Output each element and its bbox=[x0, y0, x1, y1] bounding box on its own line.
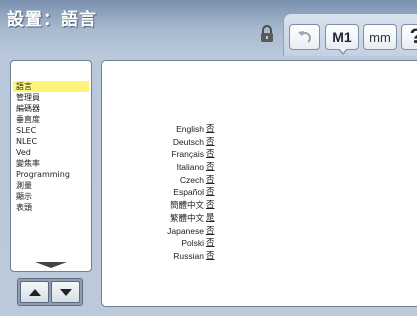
language-row-polski: Polski 否 bbox=[102, 237, 262, 250]
help-button[interactable]: ? bbox=[401, 24, 417, 50]
units-button[interactable]: mm bbox=[363, 24, 397, 50]
sidebar-item-slec[interactable]: SLEC bbox=[13, 125, 89, 136]
language-name: Czech bbox=[179, 174, 204, 185]
language-toggle[interactable]: 否 bbox=[206, 123, 215, 136]
language-name: Deutsch bbox=[172, 136, 204, 147]
language-name: Español bbox=[173, 187, 204, 198]
arrow-up-icon bbox=[29, 289, 41, 296]
language-toggle[interactable]: 否 bbox=[206, 148, 215, 161]
sidebar-item-ved[interactable]: Ved bbox=[13, 147, 89, 158]
language-row-english: English 否 bbox=[102, 123, 262, 136]
language-toggle[interactable]: 否 bbox=[206, 161, 215, 174]
sidebar-item-administrator[interactable]: 管理員 bbox=[13, 92, 89, 103]
language-toggle[interactable]: 否 bbox=[206, 174, 215, 187]
language-name: Polski bbox=[181, 238, 204, 249]
language-toggle[interactable]: 否 bbox=[206, 225, 215, 238]
page-title: 設置：語言 bbox=[7, 10, 97, 30]
language-toggle[interactable]: 否 bbox=[206, 136, 215, 149]
lock-icon[interactable] bbox=[259, 25, 275, 43]
language-name: Russian bbox=[173, 250, 204, 261]
sidebar-item-encoder[interactable]: 編碼器 bbox=[13, 103, 89, 114]
screen: 設置：語言 M1 mm ? 語言 管理員 編碼器 垂直度 SLEC NLEC V… bbox=[0, 0, 417, 316]
m1-button[interactable]: M1 bbox=[325, 24, 359, 50]
language-name: Français bbox=[171, 149, 204, 160]
language-row-russian: Russian 否 bbox=[102, 250, 262, 263]
language-name: 繁體中文 bbox=[169, 212, 204, 223]
language-name: Italiano bbox=[176, 162, 204, 173]
scroll-up-button[interactable] bbox=[20, 281, 49, 303]
language-name: English bbox=[176, 124, 204, 134]
language-toggle[interactable]: 否 bbox=[206, 237, 215, 250]
language-toggle[interactable]: 否 bbox=[206, 199, 215, 212]
undo-button[interactable] bbox=[289, 24, 320, 50]
sidebar-item-measure[interactable]: 測量 bbox=[13, 180, 89, 191]
language-name: Japanese bbox=[167, 225, 204, 236]
language-row-japanese: Japanese 否 bbox=[102, 225, 262, 238]
m1-pointer-fill bbox=[339, 48, 347, 53]
sidebar-item-header[interactable]: 表頭 bbox=[13, 202, 89, 213]
sidebar-item-language[interactable]: 語言 bbox=[13, 81, 89, 92]
arrow-down-icon bbox=[60, 289, 72, 296]
language-toggle[interactable]: 否 bbox=[206, 186, 215, 199]
content-panel: English 否 Deutsch 否 Français 否 Italiano … bbox=[101, 60, 417, 307]
sidebar-item-display[interactable]: 顯示 bbox=[13, 191, 89, 202]
scroll-more-icon bbox=[35, 262, 67, 268]
language-row-czech: Czech 否 bbox=[102, 174, 262, 187]
sidebar-item-squareness[interactable]: 垂直度 bbox=[13, 114, 89, 125]
language-toggle[interactable]: 是 bbox=[206, 212, 215, 225]
language-row-traditional-chinese: 繁體中文 是 bbox=[102, 212, 262, 225]
undo-icon bbox=[297, 31, 311, 43]
language-name: 簡體中文 bbox=[169, 200, 204, 211]
sidebar-list: 語言 管理員 編碼器 垂直度 SLEC NLEC Ved 變焦率 Program… bbox=[13, 81, 89, 213]
sidebar: 語言 管理員 編碼器 垂直度 SLEC NLEC Ved 變焦率 Program… bbox=[10, 60, 92, 272]
language-row-simplified-chinese: 簡體中文 否 bbox=[102, 199, 262, 212]
language-row-francais: Français 否 bbox=[102, 148, 262, 161]
language-row-deutsch: Deutsch 否 bbox=[102, 136, 262, 149]
sidebar-item-zoom-ratio[interactable]: 變焦率 bbox=[13, 158, 89, 169]
language-list: English 否 Deutsch 否 Français 否 Italiano … bbox=[102, 123, 262, 263]
sidebar-item-nlec[interactable]: NLEC bbox=[13, 136, 89, 147]
scroll-button-group bbox=[17, 278, 83, 306]
scroll-down-button[interactable] bbox=[51, 281, 80, 303]
language-row-italiano: Italiano 否 bbox=[102, 161, 262, 174]
language-row-espanol: Español 否 bbox=[102, 186, 262, 199]
language-toggle[interactable]: 否 bbox=[206, 250, 215, 263]
sidebar-item-programming[interactable]: Programming bbox=[13, 169, 89, 180]
